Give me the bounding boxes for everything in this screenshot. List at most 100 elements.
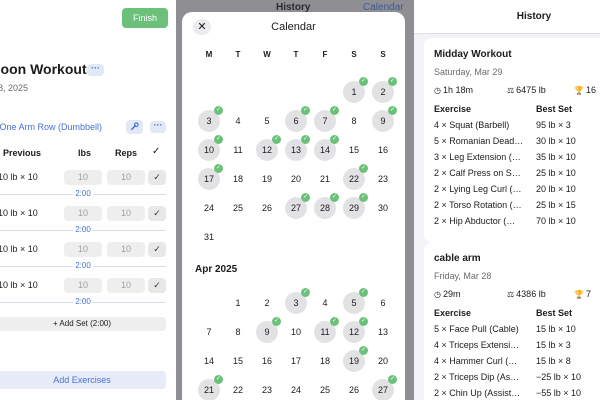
set-reps-input[interactable]: 10 [107,278,145,293]
calendar-day[interactable]: 2 [256,292,278,314]
stat-value: 16 [585,85,596,95]
calendar-day-workout[interactable]: 10 ✓ [198,135,223,161]
calendar-day-workout[interactable]: 12 ✓ [256,135,281,161]
calendar-day-workout[interactable]: 9 ✓ [372,106,397,132]
rest-timer[interactable]: 2:00 [0,189,166,199]
calendar-day-workout[interactable]: 6 ✓ [285,106,310,132]
calendar-day[interactable]: 11 [227,139,249,161]
set-lbs-input[interactable]: 10 [64,278,102,293]
calendar-day[interactable]: 13 [372,321,394,343]
calendar-day[interactable]: 4 [227,110,249,132]
calendar-day[interactable]: 16 [372,139,394,161]
exercise-summary: 5 × Face Pull (Cable) [434,324,519,334]
set-reps-input[interactable]: 10 [107,206,145,221]
calendar-day[interactable]: 16 [256,350,278,372]
calendar-day[interactable]: 22 [227,379,249,400]
checkmark-icon: ✓ [388,375,397,384]
history-card[interactable]: Midday Workout Saturday, Mar 29 ◷ 1h 18m ⚖ 64… [424,38,600,242]
calendar-day[interactable]: 10 [285,321,307,343]
calendar-day[interactable]: 4 [314,292,336,314]
calendar-day-workout[interactable]: 1 ✓ [343,77,368,103]
calendar-day-workout[interactable]: 28 ✓ [314,193,339,219]
calendar-day-workout[interactable]: 11 ✓ [314,317,339,343]
calendar-day[interactable]: 31 [198,226,220,248]
set-reps-input[interactable]: 10 [107,170,145,185]
workout-panel: Finish noon Workout ··· 8, 2025 r One Ar… [0,0,176,400]
set-complete-checkbox[interactable]: ✓ [148,278,166,293]
finish-button[interactable]: Finish [122,8,168,28]
calendar-day-workout[interactable]: 19 ✓ [343,346,368,372]
rest-timer-label: 2:00 [73,189,93,198]
calendar-day[interactable]: 21 [314,168,336,190]
add-exercises-button[interactable]: Add Exercises [0,371,166,389]
calendar-day-workout[interactable]: 3 ✓ [285,288,310,314]
calendar-day[interactable]: 15 [343,139,365,161]
calendar-day[interactable]: 25 [227,197,249,219]
calendar-day-workout[interactable]: 29 ✓ [343,193,368,219]
calendar-day[interactable]: 24 [285,379,307,400]
wrench-icon[interactable] [126,120,143,134]
calendar-day[interactable]: 5 [256,110,278,132]
add-set-button[interactable]: + Add Set (2:00) [0,317,166,331]
best-set: 30 lb × 10 [536,136,576,146]
calendar-day-workout[interactable]: 3 ✓ [198,106,223,132]
rest-timer[interactable]: 2:00 [0,297,166,307]
calendar-day-workout[interactable]: 14 ✓ [314,135,339,161]
calendar-day[interactable]: 24 [198,197,220,219]
weekday-label: S [351,50,357,59]
calendar-day[interactable]: 6 [372,292,394,314]
calendar-day-workout[interactable]: 9 ✓ [256,317,281,343]
workout-more-button[interactable]: ··· [87,64,104,76]
calendar-day[interactable]: 8 [227,321,249,343]
calendar-day[interactable]: 17 [285,350,307,372]
best-set: 25 lb × 10 [536,168,576,178]
calendar-day[interactable]: 1 [227,292,249,314]
calendar-day[interactable]: 19 [256,168,278,190]
weekday-label: T [293,50,299,59]
ellipsis-icon: ··· [91,63,100,73]
calendar-day-workout[interactable]: 7 ✓ [314,106,339,132]
col-lbs: lbs [78,148,92,158]
calendar-day[interactable]: 25 [314,379,336,400]
stat-volume: ⚖ 4386 lb [507,289,546,299]
set-lbs-input[interactable]: 10 [64,170,102,185]
calendar-day-workout[interactable]: 17 ✓ [198,164,223,190]
set-reps-input[interactable]: 10 [107,242,145,257]
set-lbs-input[interactable]: 10 [64,242,102,257]
calendar-day-workout[interactable]: 22 ✓ [343,164,368,190]
set-complete-checkbox[interactable]: ✓ [148,206,166,221]
calendar-day[interactable]: 7 [198,321,220,343]
calendar-day[interactable]: 20 [372,350,394,372]
set-complete-checkbox[interactable]: ✓ [148,170,166,185]
history-card[interactable]: cable arm Friday, Mar 28 ◷ 29m ⚖ 4386 lb 🏆 7 Exe… [424,242,600,400]
calendar-day[interactable]: 18 [227,168,249,190]
exercise-name-link[interactable]: r One Arm Row (Dumbbell) [0,122,102,132]
calendar-day[interactable]: 20 [285,168,307,190]
calendar-day[interactable]: 30 [372,197,394,219]
rest-timer[interactable]: 2:00 [0,261,166,271]
col-best-set: Best Set [536,104,573,114]
calendar-day[interactable]: 15 [227,350,249,372]
weekday-label: T [235,50,241,59]
calendar-day[interactable]: 18 [314,350,336,372]
stat-value: 29m [442,289,461,299]
exercise-more-button[interactable]: ··· [150,121,166,133]
calendar-day-workout[interactable]: 5 ✓ [343,288,368,314]
calendar-day-workout[interactable]: 2 ✓ [372,77,397,103]
calendar-day-workout[interactable]: 21 ✓ [198,375,223,400]
workout-title[interactable]: noon Workout [0,61,87,77]
calendar-day[interactable]: 26 [343,379,365,400]
checkmark-icon: ✓ [214,375,223,384]
set-complete-checkbox[interactable]: ✓ [148,242,166,257]
calendar-day[interactable]: 26 [256,197,278,219]
calendar-day[interactable]: 14 [198,350,220,372]
calendar-day-workout[interactable]: 12 ✓ [343,317,368,343]
rest-timer[interactable]: 2:00 [0,225,166,235]
calendar-day-workout[interactable]: 27 ✓ [372,375,397,400]
calendar-day-workout[interactable]: 27 ✓ [285,193,310,219]
calendar-day-workout[interactable]: 13 ✓ [285,135,310,161]
set-lbs-input[interactable]: 10 [64,206,102,221]
calendar-day[interactable]: 8 [343,110,365,132]
calendar-day[interactable]: 23 [256,379,278,400]
calendar-day[interactable]: 23 [372,168,394,190]
